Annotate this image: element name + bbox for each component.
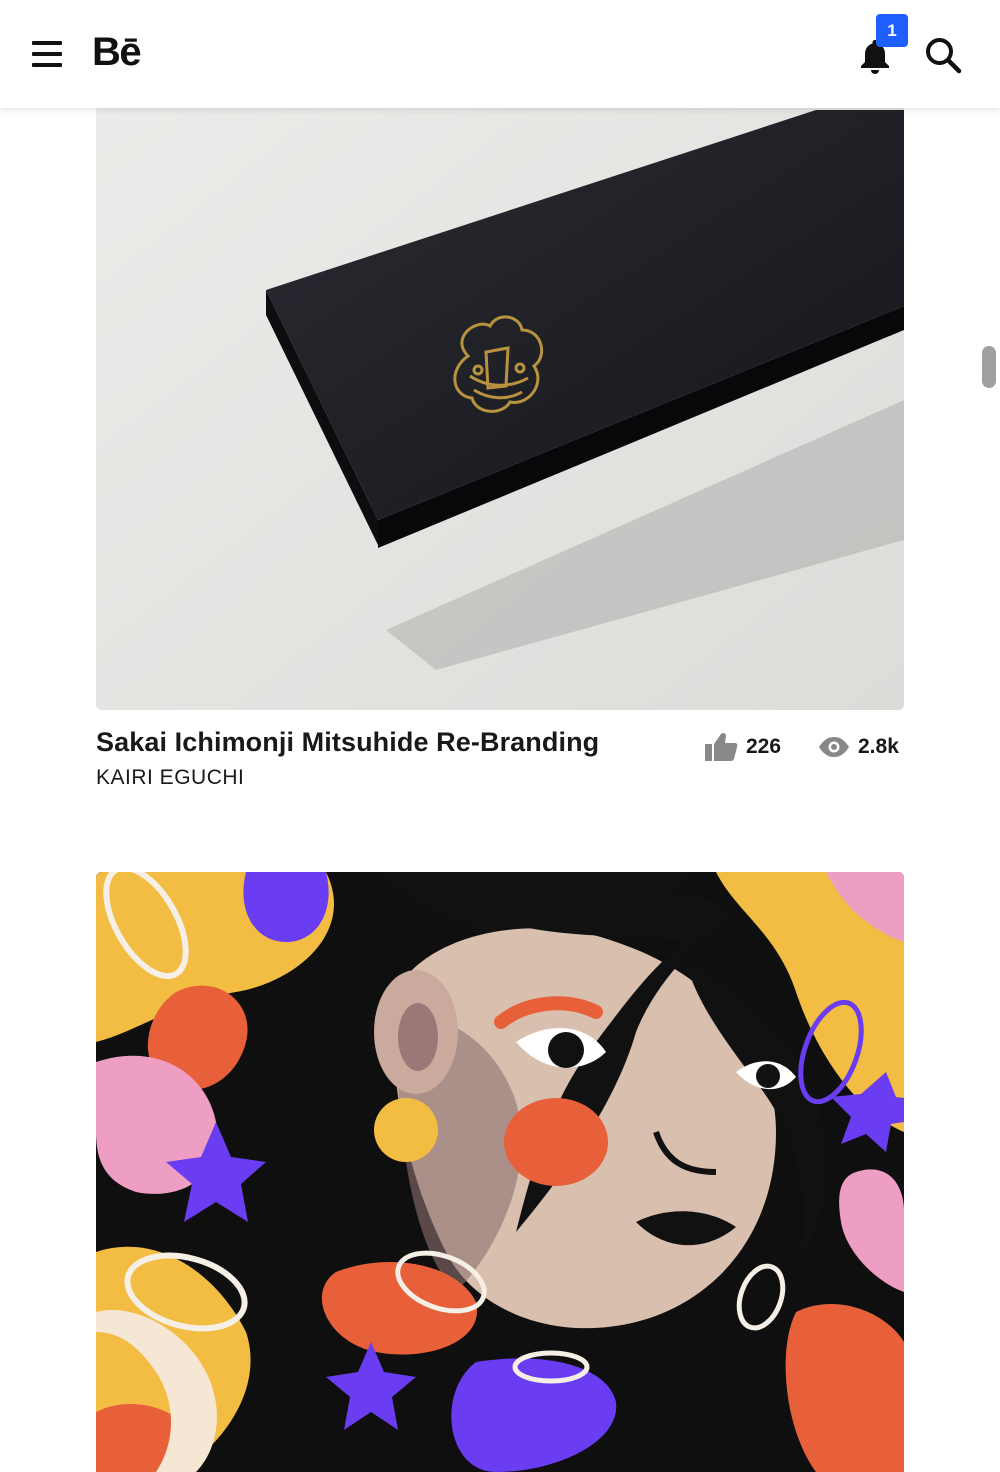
notification-count-badge: 1 [876,14,908,47]
behance-logo[interactable]: Bē [92,28,142,76]
eye-icon [819,737,849,757]
black-box-photo [96,70,904,710]
project-title[interactable]: Sakai Ichimonji Mitsuhide Re-Branding [96,727,599,758]
views-stat: 2.8k [818,732,899,762]
appreciations-stat: 226 [704,732,781,762]
hamburger-menu-icon[interactable] [32,41,62,67]
views-count: 2.8k [858,735,899,758]
project-cover-image[interactable] [96,872,904,1472]
appreciations-count: 226 [746,735,782,758]
thumbs-up-icon [705,732,738,761]
project-feed: Sakai Ichimonji Mitsuhide Re-Branding KA… [0,0,1000,1472]
search-icon[interactable] [924,36,962,74]
project-owner[interactable]: KAIRI EGUCHI [96,766,244,790]
project-cover-image[interactable] [96,70,904,710]
scrollbar-thumb[interactable] [982,346,996,388]
illustration-artwork [96,872,904,1472]
top-navigation-bar: Bē 1 [0,0,1000,108]
